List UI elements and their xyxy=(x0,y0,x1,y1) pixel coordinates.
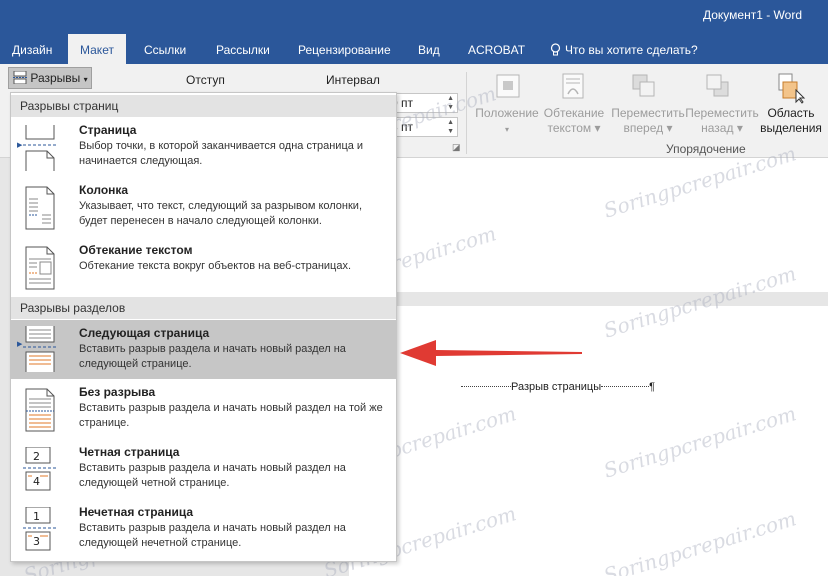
ribbon-tab-bar: Дизайн Макет Ссылки Рассылки Рецензирова… xyxy=(0,34,828,64)
group-separator xyxy=(466,72,467,154)
menu-item-title: Страница xyxy=(79,123,137,137)
tab-layout[interactable]: Макет xyxy=(68,34,126,64)
selection-pane-label-1: Область xyxy=(767,106,815,120)
spinner-arrows-icon[interactable]: ▲ ▼ xyxy=(447,94,454,112)
indent-label: Отступ xyxy=(186,73,225,87)
menu-item-continuous[interactable]: Без разрыва Вставить разрыв раздела и на… xyxy=(11,385,396,443)
menu-item-column[interactable]: Колонка Указывает, что текст, следующий … xyxy=(11,183,396,241)
pilcrow-mark: ¶ xyxy=(649,381,656,393)
tell-me-text: Что вы хотите сделать? xyxy=(565,43,698,57)
tab-review[interactable]: Рецензирование xyxy=(298,43,391,57)
svg-text:3: 3 xyxy=(33,535,40,548)
menu-item-odd-page[interactable]: 13 Нечетная страница Вставить разрыв раз… xyxy=(11,505,396,561)
wrap-text-button[interactable]: Обтекание текстом ▾ xyxy=(540,106,608,136)
selection-pane-label-2: выделения xyxy=(760,121,822,135)
dropdown-arrow-icon: ▾ xyxy=(83,75,88,84)
menu-item-title: Без разрыва xyxy=(79,385,156,399)
tab-references[interactable]: Ссылки xyxy=(144,43,186,57)
document-page-1[interactable] xyxy=(349,158,828,292)
next-page-break-icon xyxy=(23,326,57,372)
svg-text:1: 1 xyxy=(33,510,40,523)
section-breaks-header: Разрывы разделов xyxy=(11,297,396,319)
text-wrapping-icon xyxy=(25,246,55,290)
dotted-line xyxy=(461,386,511,387)
svg-text:4: 4 xyxy=(33,475,40,488)
breaks-label: Разрывы xyxy=(30,71,81,85)
position-button[interactable]: Положение ▾ xyxy=(474,106,540,137)
position-label: Положение xyxy=(475,106,539,120)
wrap-text-icon xyxy=(562,73,584,99)
selection-pane-button[interactable]: Область выделения xyxy=(758,106,824,136)
lightbulb-icon xyxy=(550,43,561,56)
send-backward-label-1: Переместить xyxy=(685,106,759,120)
odd-page-break-icon: 13 xyxy=(23,507,57,551)
wrap-text-label-2: текстом ▾ xyxy=(547,121,601,135)
send-backward-icon xyxy=(706,74,729,97)
selection-pane-icon xyxy=(778,73,806,104)
bring-forward-label-1: Переместить xyxy=(611,106,685,120)
menu-item-desc: Указывает, что текст, следующий за разры… xyxy=(79,200,363,227)
tab-view[interactable]: Вид xyxy=(418,43,440,57)
tab-acrobat[interactable]: ACROBAT xyxy=(468,43,525,57)
title-bar: Документ1 - Word xyxy=(0,0,828,34)
tab-design[interactable]: Дизайн xyxy=(12,43,52,57)
tell-me-box[interactable]: Что вы хотите сделать? xyxy=(550,43,698,57)
page-break-marker: Разрыв страницы ¶ xyxy=(461,381,659,393)
menu-item-desc: Вставить разрыв раздела и начать новый р… xyxy=(79,343,346,370)
svg-text:2: 2 xyxy=(33,450,40,463)
column-break-icon xyxy=(25,186,55,230)
even-page-break-icon: 24 xyxy=(23,447,57,491)
continuous-break-icon xyxy=(25,388,55,432)
menu-item-title: Колонка xyxy=(79,183,129,197)
bring-forward-label-2: вперед ▾ xyxy=(623,121,673,135)
menu-item-desc: Обтекание текста вокруг объектов на веб-… xyxy=(79,260,352,272)
paragraph-launcher-icon[interactable]: ◪ xyxy=(452,142,461,153)
menu-item-page[interactable]: ▶ Страница Выбор точки, в которой заканч… xyxy=(11,123,396,181)
page-break-text: Разрыв страницы xyxy=(511,381,602,393)
page-break-icon xyxy=(13,70,27,85)
marker-arrow-icon: ▶ xyxy=(17,142,23,149)
menu-item-desc: Вставить разрыв раздела и начать новый р… xyxy=(79,462,346,489)
menu-item-title: Нечетная страница xyxy=(79,505,194,519)
arrange-group-label: Упорядочение xyxy=(666,142,746,156)
wrap-text-label-1: Обтекание xyxy=(543,106,605,120)
menu-item-next-page[interactable]: ▶ Следующая страница Вставить разрыв раз… xyxy=(11,320,396,379)
bring-forward-icon xyxy=(632,74,655,97)
breaks-button[interactable]: Разрывы ▾ xyxy=(8,67,92,89)
tab-mailings[interactable]: Рассылки xyxy=(216,43,270,57)
bring-forward-button[interactable]: Переместить вперед ▾ xyxy=(610,106,686,136)
window-title: Документ1 - Word xyxy=(702,8,802,22)
spinner-arrows-icon[interactable]: ▲ ▼ xyxy=(447,118,454,136)
annotation-arrow-icon xyxy=(400,340,582,366)
marker-arrow-icon: ▶ xyxy=(17,341,23,348)
dotted-line xyxy=(601,386,650,387)
menu-item-title: Четная страница xyxy=(79,445,180,459)
page-break-icon xyxy=(23,125,57,171)
page-breaks-header: Разрывы страниц xyxy=(11,95,396,117)
menu-item-title: Обтекание текстом xyxy=(79,243,193,257)
menu-item-desc: Выбор точки, в которой заканчивается одн… xyxy=(79,140,364,167)
menu-item-desc: Вставить разрыв раздела и начать новый р… xyxy=(79,402,383,429)
position-icon xyxy=(496,74,520,98)
breaks-dropdown-menu: Разрывы страниц ▶ Страница Выбор точки, … xyxy=(10,92,397,562)
menu-item-desc: Вставить разрыв раздела и начать новый р… xyxy=(79,522,346,549)
menu-item-title: Следующая страница xyxy=(79,326,210,340)
menu-item-even-page[interactable]: 24 Четная страница Вставить разрыв разде… xyxy=(11,445,396,503)
menu-item-text-wrapping[interactable]: Обтекание текстом Обтекание текста вокру… xyxy=(11,243,396,293)
send-backward-label-2: назад ▾ xyxy=(701,121,743,135)
send-backward-button[interactable]: Переместить назад ▾ xyxy=(684,106,760,136)
spacing-label: Интервал xyxy=(326,73,380,87)
